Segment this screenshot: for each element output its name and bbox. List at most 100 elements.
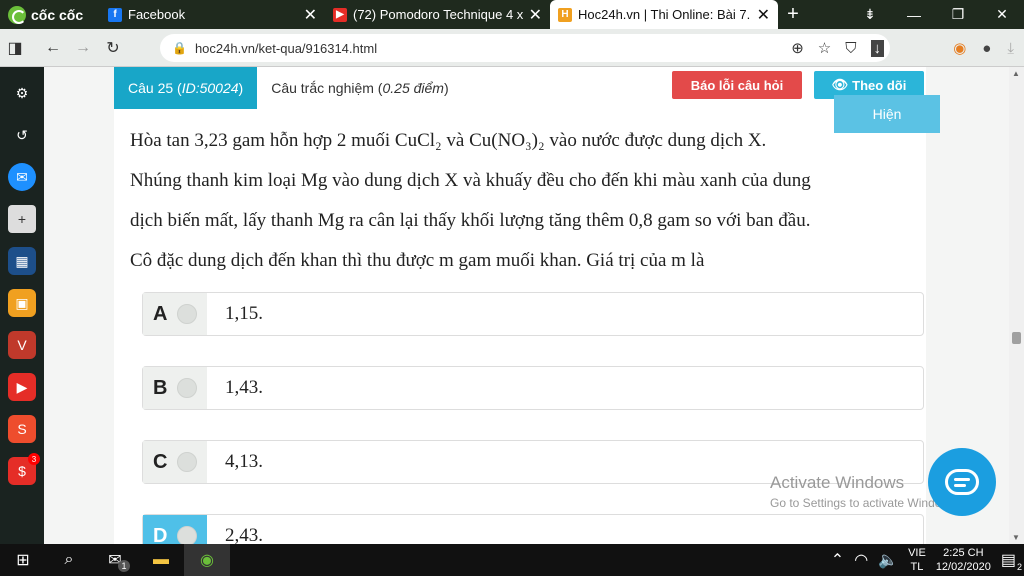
tab-search-icon[interactable]: ⇟ [848, 6, 892, 23]
calendar-app-icon[interactable]: ▦ [8, 247, 36, 275]
minimize-icon[interactable]: — [892, 7, 936, 23]
browser-sidebar: ⚙ ↺ ✉ + ▦ ▣ V ▶ S $3 [0, 67, 44, 544]
tab-hoc24h[interactable]: H Hoc24h.vn | Thi Online: Bài 7. ✕ [550, 0, 778, 29]
radio-button[interactable] [177, 452, 198, 472]
answer-letter-text: D [153, 524, 168, 545]
address-bar[interactable]: 🔒 hoc24h.vn/ket-qua/916314.html [160, 34, 890, 62]
v-app-icon[interactable]: V [8, 331, 36, 359]
close-icon[interactable]: ✕ [757, 5, 770, 25]
forward-icon[interactable]: → [68, 39, 98, 57]
close-icon[interactable]: ✕ [529, 5, 542, 25]
answer-value: 1,15. [225, 303, 263, 324]
youtube-icon: ▶ [333, 7, 347, 22]
facebook-icon: f [108, 7, 122, 22]
toolbar-right: ◉ ● ⤓ [953, 34, 1014, 62]
answer-letter-text: C [153, 450, 168, 473]
volume-icon[interactable]: 🔈 [878, 550, 898, 570]
clock[interactable]: 2:25 CH 12/02/2020 [936, 546, 991, 574]
question-text: Hòa tan 3,23 gam hỗn hợp 2 muối CuCl₂ và… [130, 121, 912, 281]
language-indicator[interactable]: VIE TL [908, 546, 926, 574]
clock-time: 2:25 CH [943, 547, 984, 559]
tab-title: (72) Pomodoro Technique 4 x [353, 7, 524, 22]
url-text: hoc24h.vn/ket-qua/916314.html [194, 40, 378, 56]
chat-bubble-icon [945, 469, 979, 495]
downloads-icon[interactable]: ⤓ [1007, 40, 1014, 57]
notification-badge: 3 [28, 453, 40, 465]
bookmark-star-icon[interactable]: ☆ [818, 39, 831, 57]
question-text-line: dịch biến mất, lấy thanh Mg ra cân lại t… [130, 210, 811, 231]
answer-letter-text: A [153, 302, 168, 325]
close-icon[interactable]: ✕ [304, 5, 317, 25]
browser-tab-bar: cốc cốc f Facebook ✕ ▶ (72) Pomodoro Tec… [0, 0, 1024, 29]
shield-icon[interactable]: ⛉ [845, 40, 856, 57]
question-type: Câu trắc nghiệm ( [271, 80, 383, 96]
language-top: VIE [908, 547, 926, 559]
tab-pomodoro[interactable]: ▶ (72) Pomodoro Technique 4 x ✕ [325, 0, 550, 29]
profile-icon[interactable]: ● [982, 40, 991, 57]
tab-title: Hoc24h.vn | Thi Online: Bài 7. [578, 7, 751, 22]
notification-count: 2 [1016, 562, 1022, 572]
activate-subtitle: Go to Settings to activate Windows. [770, 496, 960, 510]
notification-icon[interactable]: ▤ 2 [1001, 550, 1022, 572]
answer-value: 2,43. [225, 525, 263, 544]
tab-facebook[interactable]: f Facebook ✕ [100, 0, 325, 29]
question-text-line: Cô đặc dung dịch đến khan thì thu được m… [130, 250, 705, 271]
coccoc-brand[interactable]: cốc cốc [0, 0, 100, 29]
add-shortcut-icon[interactable]: + [8, 205, 36, 233]
radio-button[interactable] [177, 526, 198, 544]
answer-option-d[interactable]: D 2,43. [142, 514, 924, 544]
close-window-icon[interactable]: ✕ [980, 6, 1024, 23]
question-id: ID:50024 [181, 80, 239, 96]
follow-button-label: Theo dõi [852, 77, 907, 93]
mail-icon[interactable]: ✉ 1 [92, 544, 138, 576]
settings-gear-icon[interactable]: ⚙ [8, 79, 36, 107]
radio-button[interactable] [177, 304, 198, 324]
shopee-app-icon[interactable]: S [8, 415, 36, 443]
zoom-icon[interactable]: ⊕ [791, 39, 804, 57]
answer-option-b[interactable]: B 1,43. [142, 366, 924, 410]
messenger-icon[interactable]: ✉ [8, 163, 36, 191]
brand-name: cốc cốc [31, 6, 84, 23]
scroll-down-icon[interactable]: ▼ [1012, 533, 1020, 542]
answer-letter: A [143, 293, 207, 335]
sidebar-toggle-icon[interactable]: ◨ [0, 38, 30, 58]
question-type-suffix: ) [443, 80, 449, 96]
restore-icon[interactable]: ❐ [936, 6, 980, 23]
eye-icon: 👁 [831, 77, 849, 92]
download-arrow-icon[interactable]: ↓ [870, 39, 884, 57]
answer-option-a[interactable]: A 1,15. [142, 292, 924, 336]
scrollbar-thumb[interactable] [1012, 332, 1021, 344]
clock-date: 12/02/2020 [935, 561, 991, 573]
answer-value: 1,43. [225, 377, 263, 398]
question-points: 0.25 điểm [382, 80, 444, 96]
address-bar-actions: ⊕ ☆ ⛉ ↓ [791, 34, 884, 62]
page-scrollbar[interactable]: ▲ ▼ [1009, 67, 1024, 544]
answer-value: 4,13. [225, 451, 263, 472]
report-question-button[interactable]: Báo lỗi câu hỏi [672, 71, 802, 99]
youtube-app-icon[interactable]: ▶ [8, 373, 36, 401]
radio-button[interactable] [177, 378, 198, 398]
shopping-app-icon[interactable]: $3 [8, 453, 40, 485]
wifi-icon[interactable]: ◠ [854, 550, 868, 570]
mail-badge: 1 [118, 560, 130, 572]
show-button[interactable]: Hiện [834, 95, 940, 133]
search-icon[interactable]: ⌕ [46, 544, 92, 576]
answer-letter: D [143, 515, 207, 544]
coccoc-taskbar-icon[interactable]: ◉ [184, 544, 230, 576]
chevron-up-icon[interactable]: ⌃ [831, 550, 844, 570]
coccoc-logo-icon [8, 5, 26, 24]
extension-icon[interactable]: ◉ [953, 39, 966, 57]
answer-letter-text: B [153, 376, 168, 399]
file-explorer-icon[interactable]: ▬ [138, 544, 184, 576]
chat-button[interactable] [928, 448, 996, 516]
windows-taskbar: ⊞ ⌕ ✉ 1 ▬ ◉ ⌃ ◠ 🔈 VIE TL 2:25 CH 12/02/20… [0, 544, 1024, 576]
reload-icon[interactable]: ↻ [98, 38, 128, 58]
windows-start-icon[interactable]: ⊞ [0, 544, 46, 576]
hoc24-app-icon[interactable]: ▣ [8, 289, 36, 317]
history-icon[interactable]: ↺ [8, 121, 36, 149]
question-id-label: Câu 25 (ID:50024) [114, 67, 258, 109]
scroll-up-icon[interactable]: ▲ [1012, 69, 1020, 78]
system-tray: ⌃ ◠ 🔈 VIE TL 2:25 CH 12/02/2020 ▤ 2 [831, 544, 1024, 576]
new-tab-button[interactable]: + [778, 0, 808, 29]
back-icon[interactable]: ← [38, 39, 68, 57]
